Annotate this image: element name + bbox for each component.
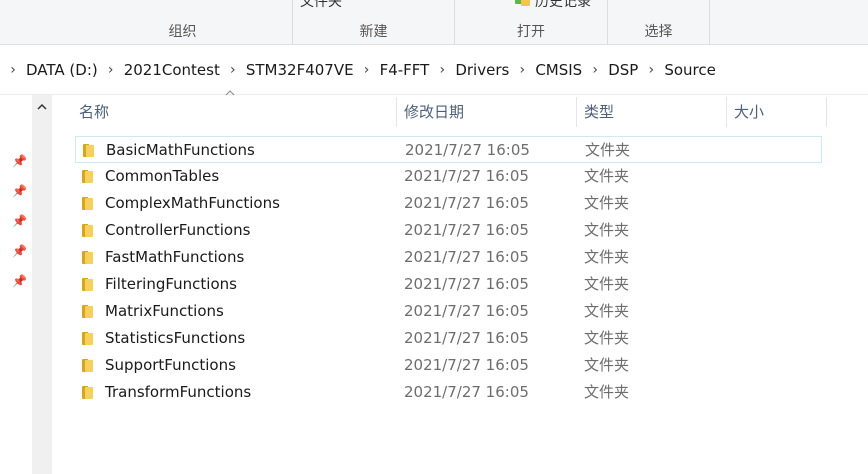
ribbon: 组织 文件夹 新建 历史记录 打开 选择 <box>0 0 868 45</box>
breadcrumb-item[interactable]: Drivers <box>451 61 513 79</box>
pin-icon[interactable]: 📌 <box>12 184 27 198</box>
table-row[interactable]: ComplexMathFunctions 2021/7/27 16:05 文件夹 <box>75 190 822 217</box>
pin-icon[interactable]: 📌 <box>12 214 27 228</box>
ribbon-group-select[interactable]: 选择 <box>608 0 710 45</box>
breadcrumb-item[interactable]: CMSIS <box>531 61 586 79</box>
chevron-right-icon[interactable]: › <box>358 62 376 78</box>
ribbon-group-label: 打开 <box>517 24 545 40</box>
ribbon-group-new[interactable]: 文件夹 新建 <box>293 0 455 45</box>
ribbon-group-open[interactable]: 历史记录 打开 <box>455 0 608 45</box>
chevron-right-icon[interactable]: › <box>433 62 451 78</box>
folder-icon <box>82 278 96 291</box>
chevron-right-icon[interactable]: › <box>513 62 531 78</box>
file-name[interactable]: BasicMathFunctions <box>106 137 255 164</box>
file-type: 文件夹 <box>584 302 630 320</box>
history-icon <box>515 0 531 6</box>
table-row[interactable]: CommonTables 2021/7/27 16:05 文件夹 <box>75 163 822 190</box>
pin-icon[interactable]: 📌 <box>12 274 27 288</box>
file-list: BasicMathFunctions 2021/7/27 16:05 文件夹 C… <box>75 136 827 406</box>
file-name[interactable]: FilteringFunctions <box>105 271 237 298</box>
file-name[interactable]: CommonTables <box>105 163 219 190</box>
file-name[interactable]: TransformFunctions <box>105 379 251 406</box>
table-row[interactable]: TransformFunctions 2021/7/27 16:05 文件夹 <box>75 379 822 406</box>
folder-icon <box>82 359 96 372</box>
table-row[interactable]: FastMathFunctions 2021/7/27 16:05 文件夹 <box>75 244 822 271</box>
new-folder-label[interactable]: 文件夹 <box>300 0 342 11</box>
table-row[interactable]: ControllerFunctions 2021/7/27 16:05 文件夹 <box>75 217 822 244</box>
file-type: 文件夹 <box>584 356 630 374</box>
file-type: 文件夹 <box>584 248 630 266</box>
folder-icon <box>82 305 96 318</box>
breadcrumb-item[interactable]: STM32F407VE <box>242 61 358 79</box>
file-date: 2021/7/27 16:05 <box>404 302 529 320</box>
file-type: 文件夹 <box>585 141 631 159</box>
file-name[interactable]: StatisticsFunctions <box>105 325 245 352</box>
table-row[interactable]: SupportFunctions 2021/7/27 16:05 文件夹 <box>75 352 822 379</box>
file-name[interactable]: ComplexMathFunctions <box>105 190 280 217</box>
file-date: 2021/7/27 16:05 <box>404 248 529 266</box>
ribbon-group-label: 组织 <box>168 24 197 40</box>
breadcrumb-item[interactable]: F4-FFT <box>376 61 434 79</box>
navigation-pane: 📌 📌 📌 📌 📌 <box>0 95 52 474</box>
file-type: 文件夹 <box>584 167 630 185</box>
column-header-type[interactable]: 类型 <box>580 97 727 127</box>
file-name[interactable]: ControllerFunctions <box>105 217 250 244</box>
ribbon-group-label: 新建 <box>359 24 388 40</box>
file-date: 2021/7/27 16:05 <box>404 275 529 293</box>
column-header-date[interactable]: 修改日期 <box>400 97 577 127</box>
file-date: 2021/7/27 16:05 <box>404 329 529 347</box>
column-header-size[interactable]: 大小 <box>730 97 827 127</box>
file-date: 2021/7/27 16:05 <box>404 167 529 185</box>
nav-scrollbar[interactable] <box>32 95 52 474</box>
chevron-right-icon[interactable]: › <box>102 62 120 78</box>
ribbon-group-label: 选择 <box>644 24 673 40</box>
file-date: 2021/7/27 16:05 <box>405 141 530 159</box>
chevron-right-icon[interactable]: › <box>4 62 22 78</box>
file-name[interactable]: MatrixFunctions <box>105 298 224 325</box>
file-date: 2021/7/27 16:05 <box>404 383 529 401</box>
folder-icon <box>82 251 96 264</box>
breadcrumb-item-current[interactable]: Source <box>660 61 720 79</box>
chevron-right-icon[interactable]: › <box>586 62 604 78</box>
file-type: 文件夹 <box>584 383 630 401</box>
chevron-right-icon[interactable]: › <box>642 62 660 78</box>
column-header-name[interactable]: 名称 <box>75 97 397 127</box>
breadcrumb: › DATA (D:) › 2021Contest › STM32F407VE … <box>0 45 868 95</box>
file-name[interactable]: FastMathFunctions <box>105 244 244 271</box>
table-row[interactable]: FilteringFunctions 2021/7/27 16:05 文件夹 <box>75 271 822 298</box>
column-header-row: 名称 修改日期 类型 大小 <box>75 90 827 127</box>
breadcrumb-item[interactable]: DATA (D:) <box>22 61 102 79</box>
chevron-up-icon[interactable] <box>32 95 52 117</box>
history-label[interactable]: 历史记录 <box>535 0 591 11</box>
file-name[interactable]: SupportFunctions <box>105 352 236 379</box>
file-date: 2021/7/27 16:05 <box>404 194 529 212</box>
chevron-right-icon[interactable]: › <box>224 62 242 78</box>
file-type: 文件夹 <box>584 194 630 212</box>
table-row[interactable]: MatrixFunctions 2021/7/27 16:05 文件夹 <box>75 298 822 325</box>
pin-icon[interactable]: 📌 <box>12 154 27 168</box>
breadcrumb-item[interactable]: 2021Contest <box>120 61 224 79</box>
file-date: 2021/7/27 16:05 <box>404 221 529 239</box>
file-type: 文件夹 <box>584 221 630 239</box>
table-row[interactable]: StatisticsFunctions 2021/7/27 16:05 文件夹 <box>75 325 822 352</box>
file-type: 文件夹 <box>584 329 630 347</box>
table-row[interactable]: BasicMathFunctions 2021/7/27 16:05 文件夹 <box>75 136 822 163</box>
file-type: 文件夹 <box>584 275 630 293</box>
breadcrumb-item[interactable]: DSP <box>604 61 642 79</box>
pin-icon[interactable]: 📌 <box>12 244 27 258</box>
folder-icon <box>82 224 96 237</box>
file-date: 2021/7/27 16:05 <box>404 356 529 374</box>
ribbon-group-organize[interactable]: 组织 <box>73 0 293 45</box>
folder-icon <box>82 197 96 210</box>
folder-icon <box>82 332 96 345</box>
folder-icon <box>82 386 96 399</box>
folder-icon <box>83 144 97 157</box>
folder-icon <box>82 170 96 183</box>
